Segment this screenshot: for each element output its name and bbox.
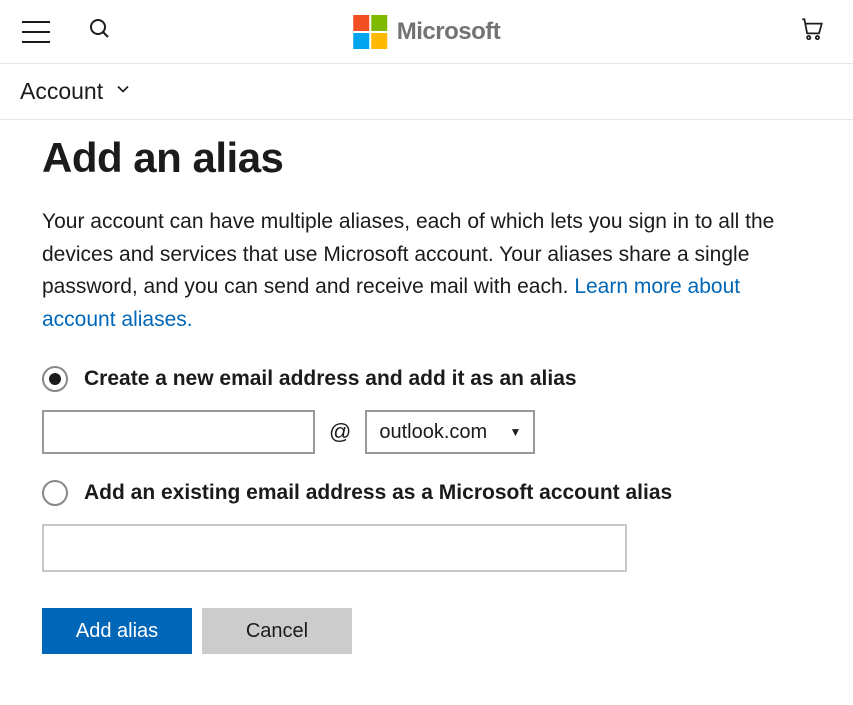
radio-existing[interactable] [42, 480, 68, 506]
secondary-nav: Account [0, 64, 853, 120]
new-email-row: @ outlook.com ▼ [42, 410, 811, 454]
domain-select-value: outlook.com [379, 421, 487, 444]
cancel-button[interactable]: Cancel [202, 608, 352, 654]
hamburger-menu-button[interactable] [22, 21, 50, 43]
button-row: Add alias Cancel [42, 608, 811, 654]
option-existing-row: Add an existing email address as a Micro… [42, 480, 811, 506]
option-existing-label: Add an existing email address as a Micro… [84, 481, 672, 505]
search-button[interactable] [88, 17, 112, 46]
new-email-input[interactable] [42, 410, 315, 454]
brand-name: Microsoft [397, 18, 501, 46]
option-create-label: Create a new email address and add it as… [84, 367, 577, 391]
cart-button[interactable] [799, 16, 825, 47]
search-icon [88, 17, 112, 41]
caret-down-icon: ▼ [509, 425, 521, 439]
chevron-down-icon [113, 79, 133, 99]
brand-logo[interactable]: Microsoft [353, 15, 501, 49]
global-header: Microsoft [0, 0, 853, 64]
main-content: Add an alias Your account can have multi… [0, 120, 853, 694]
option-create-row: Create a new email address and add it as… [42, 366, 811, 392]
at-symbol: @ [329, 419, 351, 445]
add-alias-button[interactable]: Add alias [42, 608, 192, 654]
domain-select[interactable]: outlook.com ▼ [365, 410, 535, 454]
existing-email-input[interactable] [42, 524, 627, 572]
cart-icon [799, 16, 825, 42]
secondary-nav-label: Account [20, 78, 103, 105]
page-description: Your account can have multiple aliases, … [42, 206, 811, 336]
radio-create-new[interactable] [42, 366, 68, 392]
microsoft-logo-icon [353, 15, 387, 49]
page-title: Add an alias [42, 134, 811, 182]
secondary-nav-dropdown[interactable] [113, 79, 133, 104]
